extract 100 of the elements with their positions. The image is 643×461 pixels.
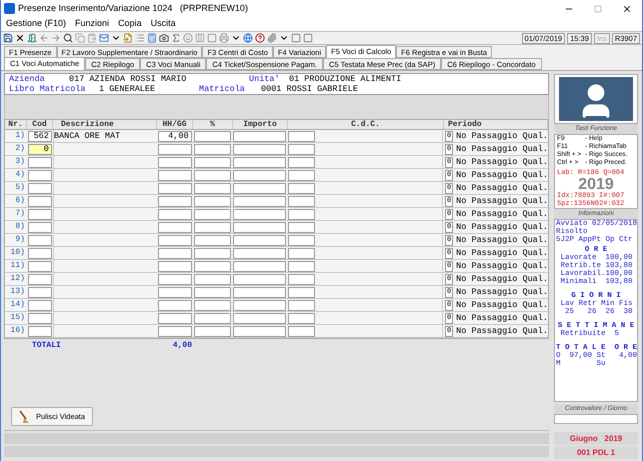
close-icon[interactable]	[15, 33, 25, 43]
smiley-icon[interactable]	[183, 33, 193, 43]
input-field[interactable]	[194, 144, 232, 154]
save-icon[interactable]	[3, 33, 13, 43]
input-field[interactable]	[28, 286, 52, 298]
input-field[interactable]	[158, 156, 192, 168]
input-field[interactable]	[194, 286, 232, 298]
input-field[interactable]	[194, 234, 232, 246]
paste-icon[interactable]	[87, 33, 97, 43]
search-icon[interactable]	[63, 33, 73, 43]
menu-item[interactable]: Uscita	[150, 17, 176, 31]
input-field[interactable]	[28, 170, 52, 180]
input-field[interactable]	[158, 260, 192, 272]
input-field[interactable]	[233, 196, 286, 206]
input-field[interactable]	[288, 312, 316, 324]
input-field[interactable]	[288, 130, 316, 142]
input-field[interactable]	[194, 156, 232, 168]
input-field[interactable]	[194, 182, 232, 194]
input-field[interactable]	[28, 208, 52, 220]
input-field[interactable]: 0	[28, 144, 52, 154]
input-field[interactable]	[158, 326, 192, 336]
square-icon[interactable]	[303, 33, 313, 43]
maximize-icon[interactable]	[594, 4, 602, 12]
input-field[interactable]	[158, 300, 192, 310]
input-field[interactable]	[233, 274, 286, 284]
input-field[interactable]	[194, 274, 232, 284]
input-field[interactable]	[194, 222, 232, 232]
input-field[interactable]	[288, 326, 316, 336]
input-field[interactable]	[194, 170, 232, 180]
input-field[interactable]	[288, 156, 316, 168]
input-field[interactable]	[288, 144, 316, 154]
input-field[interactable]	[233, 182, 286, 194]
input-field[interactable]	[28, 196, 52, 206]
menu-item[interactable]: Copia	[118, 17, 142, 31]
input-field[interactable]	[158, 182, 192, 194]
paperclip-icon[interactable]	[267, 33, 277, 43]
input-field[interactable]	[28, 222, 52, 232]
square-icon[interactable]	[207, 33, 217, 43]
input-field[interactable]	[288, 208, 316, 220]
sigma-icon[interactable]	[171, 33, 181, 43]
menu-item[interactable]: Funzioni	[75, 17, 110, 31]
input-field[interactable]	[288, 182, 316, 194]
input-field[interactable]	[233, 170, 286, 180]
input-field[interactable]	[158, 170, 192, 180]
input-field[interactable]	[288, 274, 316, 284]
input-field[interactable]	[194, 130, 232, 142]
input-field[interactable]	[158, 196, 192, 206]
input-field[interactable]	[233, 260, 286, 272]
input-field[interactable]	[233, 286, 286, 298]
columns-icon[interactable]	[195, 33, 205, 43]
value-field[interactable]	[554, 414, 638, 424]
list-icon[interactable]	[135, 33, 145, 43]
input-field[interactable]	[233, 248, 286, 258]
camera-icon[interactable]	[159, 33, 169, 43]
input-field[interactable]	[28, 260, 52, 272]
input-field[interactable]: 562	[28, 130, 52, 142]
input-field[interactable]	[288, 234, 316, 246]
input-field[interactable]	[158, 234, 192, 246]
close-icon[interactable]	[622, 4, 632, 14]
input-field[interactable]	[28, 234, 52, 246]
menu-item[interactable]: Gestione (F10)	[6, 17, 66, 31]
input-field[interactable]	[288, 170, 316, 180]
input-field[interactable]	[233, 130, 286, 142]
input-field[interactable]	[233, 222, 286, 232]
input-field[interactable]	[233, 312, 286, 324]
input-field[interactable]	[28, 182, 52, 194]
input-field[interactable]	[288, 300, 316, 310]
input-field[interactable]	[28, 326, 52, 336]
calculator-icon[interactable]	[147, 33, 157, 43]
input-field[interactable]	[233, 156, 286, 168]
input-field[interactable]	[28, 248, 52, 258]
input-field[interactable]	[288, 286, 316, 298]
input-field[interactable]	[233, 234, 286, 246]
input-field[interactable]	[194, 196, 232, 206]
input-field[interactable]	[28, 274, 52, 284]
input-field[interactable]	[194, 248, 232, 258]
input-field[interactable]	[158, 144, 192, 154]
input-field[interactable]	[233, 326, 286, 336]
input-field[interactable]	[194, 326, 232, 336]
input-field[interactable]	[28, 300, 52, 310]
input-field[interactable]	[158, 248, 192, 258]
arrow-left-icon[interactable]	[39, 33, 49, 43]
globe-icon[interactable]	[243, 33, 253, 43]
input-field[interactable]	[158, 286, 192, 298]
input-field[interactable]	[194, 260, 232, 272]
input-field[interactable]	[158, 274, 192, 284]
input-field[interactable]	[194, 208, 232, 220]
input-field[interactable]	[28, 312, 52, 324]
door-icon[interactable]	[27, 33, 37, 43]
input-field[interactable]	[288, 260, 316, 272]
input-field[interactable]	[28, 156, 52, 168]
input-field[interactable]	[233, 208, 286, 220]
input-field[interactable]	[233, 144, 286, 154]
mail-icon[interactable]	[99, 33, 109, 43]
input-field[interactable]	[158, 222, 192, 232]
input-field[interactable]	[158, 208, 192, 220]
input-field[interactable]	[288, 222, 316, 232]
input-field[interactable]	[288, 248, 316, 258]
input-field[interactable]	[288, 196, 316, 206]
input-field[interactable]	[194, 300, 232, 310]
